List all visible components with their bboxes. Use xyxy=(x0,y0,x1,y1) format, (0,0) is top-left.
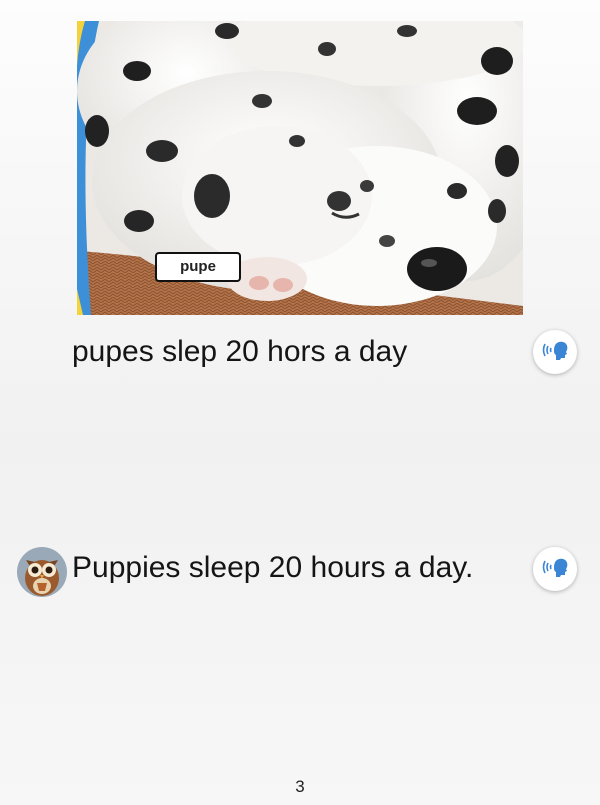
student-sentence: pupes slep 20 hors a day xyxy=(72,335,408,368)
model-sentence: Puppies sleep 20 hours a day. xyxy=(72,551,474,584)
word-label: pupe xyxy=(155,252,241,282)
owl-icon xyxy=(16,546,68,598)
read-aloud-button[interactable] xyxy=(533,330,577,374)
read-aloud-button[interactable] xyxy=(533,547,577,591)
page-number: 3 xyxy=(295,777,305,796)
speaking-head-icon xyxy=(542,557,568,582)
dalmatian-puppy-photo xyxy=(77,21,523,315)
puppy-illustration xyxy=(77,21,523,315)
speaking-head-icon xyxy=(542,340,568,365)
